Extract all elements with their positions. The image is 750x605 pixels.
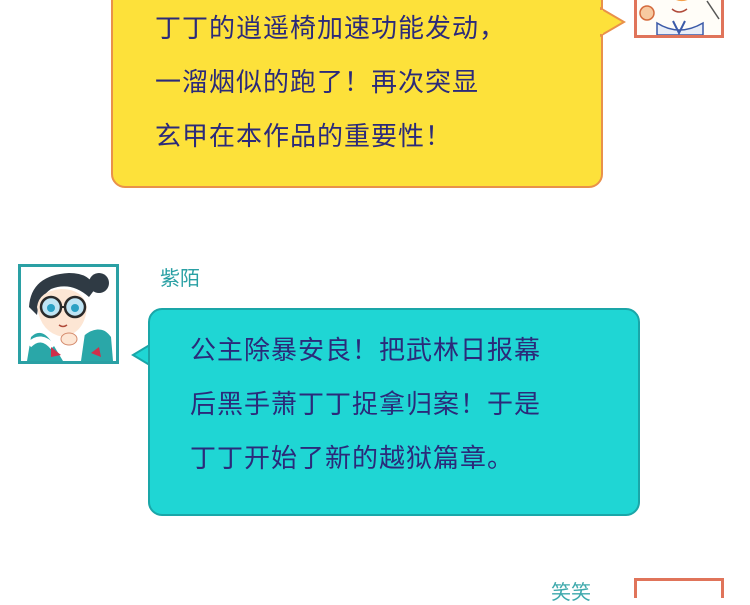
bubble-line: 一溜烟似的跑了！再次突显 bbox=[155, 68, 480, 98]
bubble-text-cyan: 公主除暴安良！把武林日报幕 后黑手萧丁丁捉拿归案！于是 丁丁开始了新的越狱篇章。 bbox=[190, 324, 541, 486]
zimo-avatar bbox=[18, 264, 119, 364]
bubble-line: 后黑手萧丁丁捉拿归案！于是 bbox=[190, 390, 542, 420]
narrator-avatar-icon bbox=[637, 0, 721, 35]
bubble-tail-right bbox=[600, 6, 626, 38]
next-speaker-name: 笑笑 bbox=[551, 580, 591, 604]
speech-bubble-cyan: 公主除暴安良！把武林日报幕 后黑手萧丁丁捉拿归案！于是 丁丁开始了新的越狱篇章。 bbox=[148, 308, 640, 516]
narrator-avatar bbox=[634, 0, 724, 38]
bubble-line: 丁丁的逍遥椅加速功能发动， bbox=[155, 14, 507, 44]
speech-bubble-yellow: 丁丁的逍遥椅加速功能发动， 一溜烟似的跑了！再次突显 玄甲在本作品的重要性！ bbox=[111, 0, 603, 188]
bubble-line: 玄甲在本作品的重要性！ bbox=[155, 122, 453, 152]
bubble-line: 公主除暴安良！把武林日报幕 bbox=[190, 336, 542, 366]
bubble-line: 丁丁开始了新的越狱篇章。 bbox=[190, 444, 515, 474]
speaker-name: 紫陌 bbox=[160, 266, 200, 290]
zimo-avatar-icon bbox=[21, 267, 116, 361]
next-speaker-avatar bbox=[634, 578, 724, 598]
bubble-text-yellow: 丁丁的逍遥椅加速功能发动， 一溜烟似的跑了！再次突显 玄甲在本作品的重要性！ bbox=[155, 2, 506, 164]
